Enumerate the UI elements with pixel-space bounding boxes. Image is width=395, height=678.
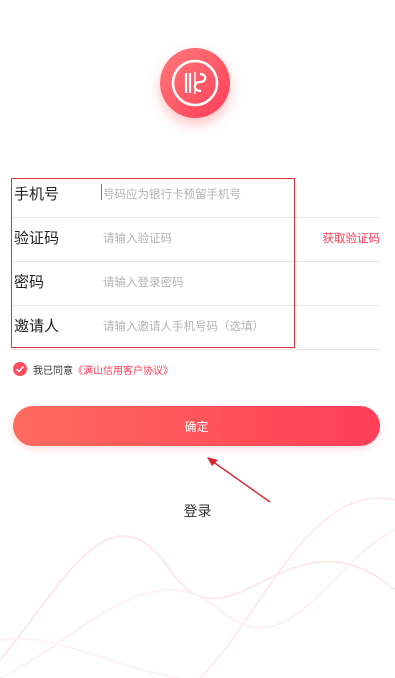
login-link[interactable]: 登录 (0, 501, 395, 521)
background-waves (0, 497, 395, 678)
agreement-prefix: 我已同意 (33, 365, 73, 377)
password-input[interactable] (100, 271, 303, 293)
agreement-row: 我已同意 《满山信用客户协议》 (13, 361, 173, 377)
code-row: 验证码 获取验证码 (12, 218, 380, 262)
agreement-link[interactable]: 《满山信用客户协议》 (73, 362, 173, 377)
code-input[interactable] (100, 227, 303, 249)
annotation-arrow-icon (207, 457, 271, 503)
get-code-button[interactable]: 获取验证码 (323, 230, 381, 246)
inviter-row: 邀请人 (12, 306, 380, 350)
phone-row: 手机号 (12, 174, 380, 218)
inviter-input[interactable] (100, 315, 303, 337)
checkmark-icon (15, 365, 25, 373)
brand-logo-icon (160, 48, 230, 118)
phone-label: 手机号 (14, 185, 60, 203)
password-label: 密码 (14, 273, 45, 291)
agreement-checkbox[interactable] (13, 362, 27, 376)
divider (12, 349, 380, 350)
phone-input[interactable] (100, 183, 303, 205)
text-caret (101, 184, 102, 200)
confirm-button[interactable]: 确定 (13, 406, 380, 446)
inviter-label: 邀请人 (14, 317, 60, 335)
password-row: 密码 (12, 262, 380, 306)
register-page: 手机号 验证码 获取验证码 密码 邀请人 我已同意 《满山信用客户协议》 确定 (0, 0, 395, 678)
code-label: 验证码 (14, 229, 60, 247)
